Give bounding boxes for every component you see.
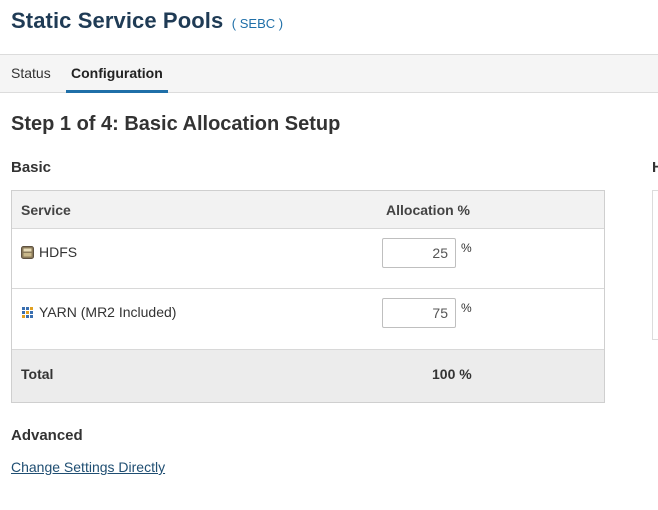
percent-sign: %: [461, 301, 472, 315]
advanced-section-label: Advanced: [11, 427, 83, 444]
side-panel-label: H: [652, 159, 658, 176]
total-label: Total: [21, 366, 54, 382]
page: Static Service Pools ( SEBC ) Status Con…: [0, 0, 658, 510]
step-title: Step 1 of 4: Basic Allocation Setup: [11, 113, 341, 135]
tab-bar: Status Configuration: [0, 54, 658, 93]
yarn-icon: [21, 306, 34, 319]
table-row: HDFS %: [12, 229, 604, 289]
column-header-service: Service: [21, 202, 71, 218]
table-row: YARN (MR2 Included) %: [12, 289, 604, 349]
table-header-row: Service Allocation %: [12, 191, 604, 229]
hdfs-icon: [21, 245, 34, 259]
change-settings-link[interactable]: Change Settings Directly: [11, 459, 165, 475]
percent-sign: %: [461, 241, 472, 255]
tab-status[interactable]: Status: [11, 55, 51, 93]
side-panel: [652, 190, 658, 340]
tab-configuration[interactable]: Configuration: [66, 55, 168, 93]
service-name: HDFS: [39, 244, 78, 260]
allocation-table: Service Allocation % HDFS %: [11, 190, 605, 403]
page-header: Static Service Pools ( SEBC ): [11, 8, 283, 34]
total-value: 100 %: [432, 366, 472, 382]
column-header-allocation: Allocation %: [386, 202, 471, 218]
basic-section-label: Basic: [11, 159, 52, 176]
hdfs-allocation-input[interactable]: [382, 238, 456, 268]
cluster-tag: ( SEBC ): [231, 16, 284, 31]
yarn-allocation-input[interactable]: [382, 298, 456, 328]
total-row: Total 100 %: [12, 349, 604, 402]
page-title: Static Service Pools: [11, 8, 224, 33]
service-cell: YARN (MR2 Included): [21, 304, 176, 320]
service-name: YARN (MR2 Included): [39, 304, 177, 320]
service-cell: HDFS: [21, 244, 77, 260]
